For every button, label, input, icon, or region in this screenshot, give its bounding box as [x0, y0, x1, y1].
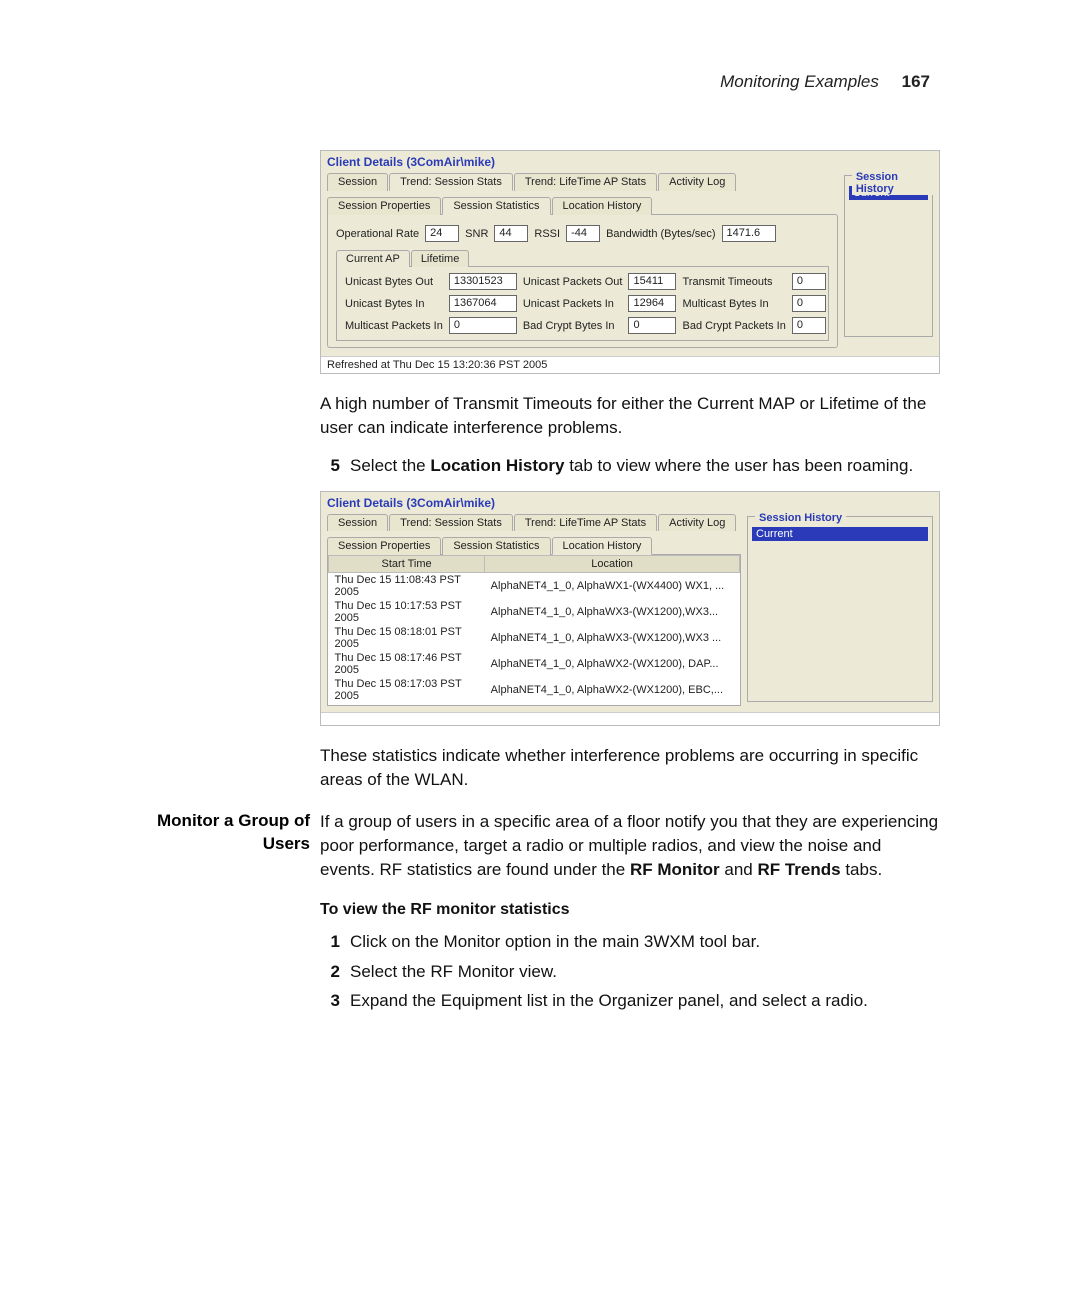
value-bw: 1471.6: [722, 225, 776, 242]
session-history-box[interactable]: Current: [844, 175, 933, 337]
table-row: Thu Dec 15 08:18:01 PST 2005AlphaNET4_1_…: [329, 625, 740, 651]
client-details-panel-2: Client Details (3ComAir\mike) Session Tr…: [320, 491, 940, 726]
label-op-rate: Operational Rate: [336, 228, 419, 240]
value-mbi: 0: [792, 295, 826, 312]
tab-session-properties[interactable]: Session Properties: [327, 197, 441, 215]
panel2-session-history-current[interactable]: Current: [752, 527, 928, 541]
tab-lifetime[interactable]: Lifetime: [411, 250, 470, 267]
page-number: 167: [902, 72, 930, 91]
p2-sub-lh[interactable]: Location History: [552, 537, 653, 555]
p2-sub-ss[interactable]: Session Statistics: [442, 537, 550, 555]
step-5-text: Select the Location History tab to view …: [350, 454, 940, 478]
step-3: 3Expand the Equipment list in the Organi…: [320, 989, 940, 1013]
value-bcp: 0: [792, 317, 826, 334]
label-upo: Unicast Packets Out: [523, 276, 623, 288]
tab-session[interactable]: Session: [327, 173, 388, 191]
panel1-inner-tabs: Current AP Lifetime: [336, 250, 829, 267]
para-2: These statistics indicate whether interf…: [320, 744, 940, 792]
p2-tab-session[interactable]: Session: [327, 514, 388, 531]
para-3: If a group of users in a specific area o…: [320, 810, 940, 881]
session-history-title: Session History: [852, 171, 933, 195]
label-snr: SNR: [465, 228, 488, 240]
value-snr: 44: [494, 225, 528, 242]
value-op-rate: 24: [425, 225, 459, 242]
panel1-outer-tabs: Session Trend: Session Stats Trend: Life…: [327, 173, 838, 191]
label-mpi: Multicast Packets In: [345, 320, 443, 332]
label-ubi: Unicast Bytes In: [345, 298, 443, 310]
value-rssi: -44: [566, 225, 600, 242]
label-tt: Transmit Timeouts: [682, 276, 785, 288]
panel2-session-history-box[interactable]: Current: [747, 516, 933, 702]
tab-trend-lifetime-ap[interactable]: Trend: LifeTime AP Stats: [514, 173, 657, 191]
side-heading-monitor-group: Monitor a Group ofUsers: [120, 810, 310, 856]
table-row: Thu Dec 15 08:17:46 PST 2005AlphaNET4_1_…: [329, 651, 740, 677]
tab-activity-log[interactable]: Activity Log: [658, 173, 736, 191]
col-start-time[interactable]: Start Time: [329, 556, 485, 573]
panel2-outer-tabs: Session Trend: Session Stats Trend: Life…: [327, 514, 741, 531]
panel1-footer: Refreshed at Thu Dec 15 13:20:36 PST 200…: [321, 356, 939, 373]
col-location[interactable]: Location: [485, 556, 740, 573]
value-upi: 12964: [628, 295, 676, 312]
p2-tab-act[interactable]: Activity Log: [658, 514, 736, 531]
label-rssi: RSSI: [534, 228, 560, 240]
step-5-num: 5: [320, 454, 340, 478]
running-header: Monitoring Examples 167: [720, 72, 930, 92]
label-upi: Unicast Packets In: [523, 298, 623, 310]
tab-session-statistics[interactable]: Session Statistics: [442, 197, 550, 215]
panel2-session-history-title: Session History: [755, 512, 846, 524]
para-1: A high number of Transmit Timeouts for e…: [320, 392, 940, 440]
panel2-title: Client Details (3ComAir\mike): [321, 492, 939, 512]
p2-tab-tlap[interactable]: Trend: LifeTime AP Stats: [514, 514, 657, 531]
value-ubi: 1367064: [449, 295, 517, 312]
p2-tab-tss[interactable]: Trend: Session Stats: [389, 514, 513, 531]
step-1: 1Click on the Monitor option in the main…: [320, 930, 940, 954]
step-5: 5 Select the Location History tab to vie…: [320, 454, 940, 478]
p2-sub-sp[interactable]: Session Properties: [327, 537, 441, 555]
panel1-sub-tabs: Session Properties Session Statistics Lo…: [327, 197, 838, 215]
label-bcp: Bad Crypt Packets In: [682, 320, 785, 332]
location-history-table: Start Time Location Thu Dec 15 11:08:43 …: [328, 555, 740, 703]
sub-heading-rf-stats: To view the RF monitor statistics: [320, 899, 940, 921]
header-section: Monitoring Examples: [720, 72, 879, 91]
value-mpi: 0: [449, 317, 517, 334]
table-row: Thu Dec 15 10:17:53 PST 2005AlphaNET4_1_…: [329, 599, 740, 625]
label-bw: Bandwidth (Bytes/sec): [606, 228, 715, 240]
value-upo: 15411: [628, 273, 676, 290]
table-row: Thu Dec 15 11:08:43 PST 2005AlphaNET4_1_…: [329, 573, 740, 600]
tab-trend-session-stats[interactable]: Trend: Session Stats: [389, 173, 513, 191]
table-row: Thu Dec 15 08:17:03 PST 2005AlphaNET4_1_…: [329, 677, 740, 703]
tab-current-ap[interactable]: Current AP: [336, 250, 410, 267]
label-mbi: Multicast Bytes In: [682, 298, 785, 310]
tab-location-history[interactable]: Location History: [552, 197, 653, 215]
value-bcb: 0: [628, 317, 676, 334]
value-tt: 0: [792, 273, 826, 290]
step-2: 2Select the RF Monitor view.: [320, 960, 940, 984]
client-details-panel-1: Client Details (3ComAir\mike) Session Tr…: [320, 150, 940, 374]
panel1-title: Client Details (3ComAir\mike): [321, 151, 939, 171]
label-bcb: Bad Crypt Bytes In: [523, 320, 623, 332]
label-ubo: Unicast Bytes Out: [345, 276, 443, 288]
value-ubo: 13301523: [449, 273, 517, 290]
panel2-sub-tabs: Session Properties Session Statistics Lo…: [327, 537, 741, 555]
